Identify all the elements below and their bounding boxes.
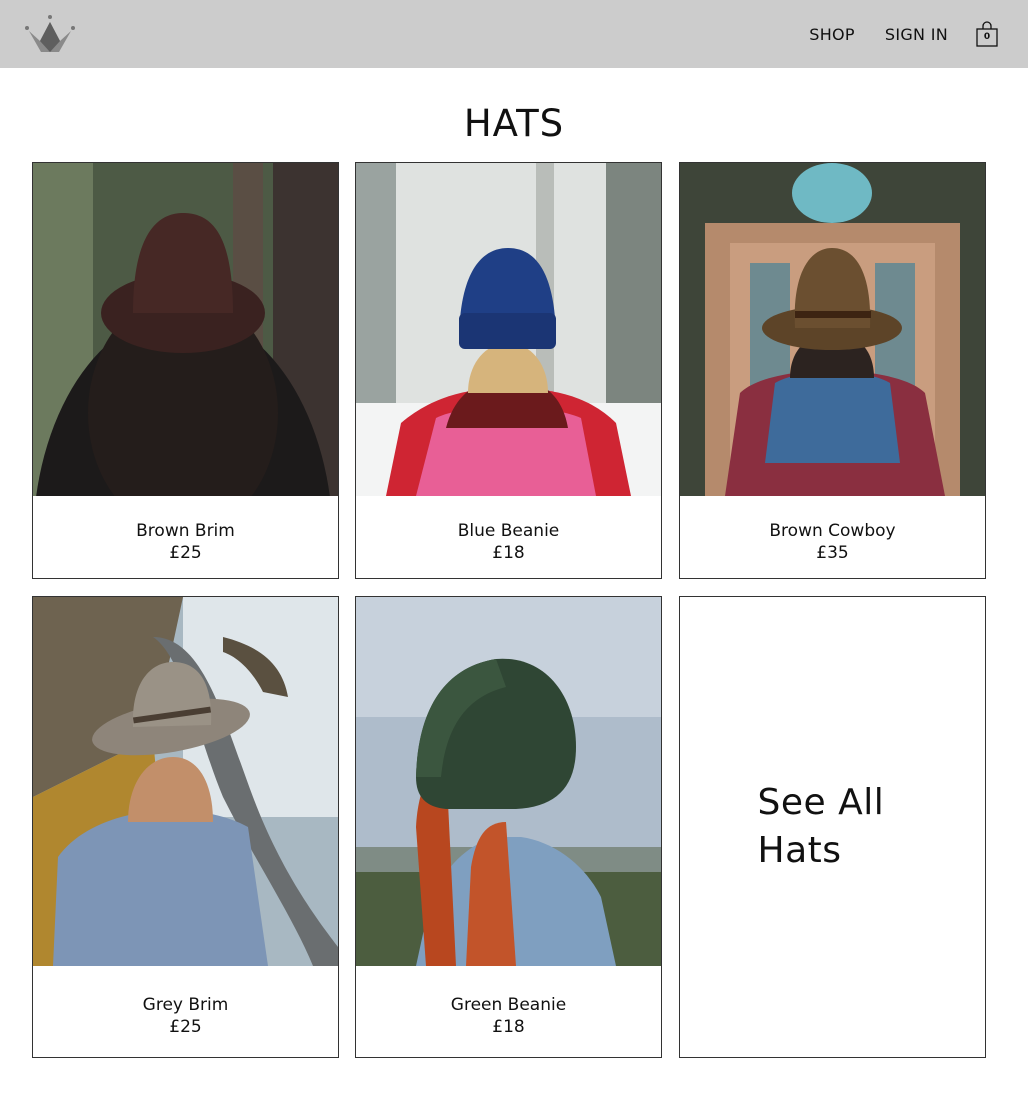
nav-sign-in-link[interactable]: SIGN IN — [885, 25, 948, 44]
see-all-label: See All Hats — [757, 782, 885, 871]
see-all-hats-card[interactable]: See All Hats — [679, 596, 986, 1058]
cart-count: 0 — [983, 32, 991, 42]
product-card[interactable]: Brown Brim £25 — [32, 162, 339, 579]
product-image — [33, 597, 338, 966]
product-name: Green Beanie — [450, 995, 567, 1015]
product-image — [356, 163, 661, 496]
product-name: Grey Brim — [142, 995, 229, 1015]
product-card[interactable]: Green Beanie £18 — [355, 596, 662, 1058]
product-name: Blue Beanie — [457, 521, 560, 541]
product-name: Brown Cowboy — [769, 521, 896, 541]
product-price: £25 — [169, 1017, 202, 1037]
nav-shop-link[interactable]: SHOP — [809, 25, 855, 44]
crown-logo-icon[interactable] — [24, 14, 76, 54]
product-price: £25 — [169, 543, 202, 563]
site-header: SHOP SIGN IN 0 — [0, 0, 1028, 68]
product-price: £35 — [816, 543, 849, 563]
main-nav: SHOP SIGN IN 0 — [779, 21, 998, 47]
product-price: £18 — [492, 1017, 525, 1037]
product-name: Brown Brim — [136, 521, 235, 541]
product-card[interactable]: Brown Cowboy £35 — [679, 162, 986, 579]
product-card[interactable]: Blue Beanie £18 — [355, 162, 662, 579]
page-title: HATS — [463, 102, 565, 145]
product-price: £18 — [492, 543, 525, 563]
product-image — [680, 163, 985, 496]
product-image — [356, 597, 661, 966]
product-image — [33, 163, 338, 496]
product-card[interactable]: Grey Brim £25 — [32, 596, 339, 1058]
cart-button[interactable]: 0 — [976, 21, 998, 47]
